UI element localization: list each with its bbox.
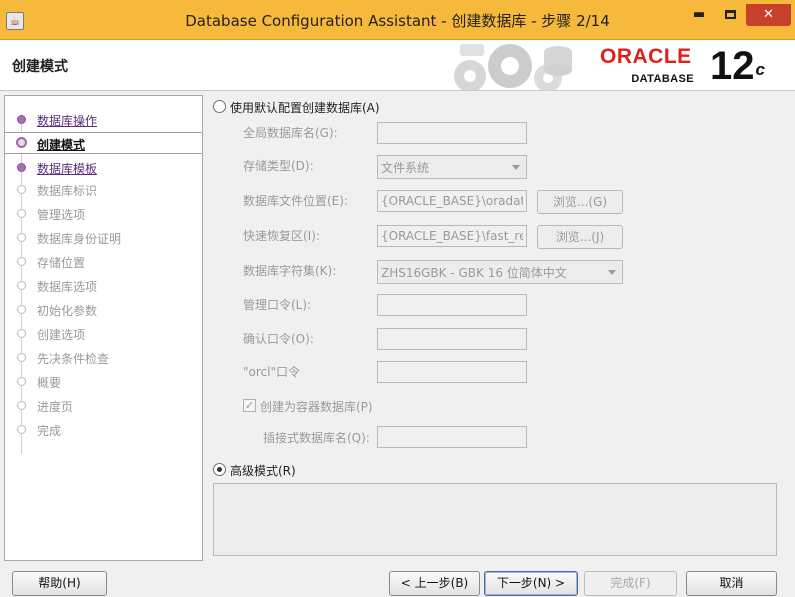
dropdown-arrow-icon xyxy=(608,270,616,275)
nav-item-db-options: 数据库选项 xyxy=(5,275,202,297)
title-bar[interactable]: ☕ Database Configuration Assistant - 创建数… xyxy=(0,0,795,40)
nav-item-storage-locations: 存储位置 xyxy=(5,251,202,273)
container-db-checkbox[interactable]: ✓ xyxy=(243,399,256,412)
step-pending-icon xyxy=(17,281,26,290)
maximize-button[interactable] xyxy=(716,4,744,26)
fast-recovery-input[interactable]: {ORACLE_BASE}\fast_recov xyxy=(377,225,527,247)
nav-item-creation-mode[interactable]: 创建模式 xyxy=(5,132,202,154)
default-config-radio[interactable] xyxy=(213,100,226,113)
help-button[interactable]: 帮助(H) xyxy=(12,571,107,596)
orcl-password-input[interactable] xyxy=(377,361,527,383)
finish-button[interactable]: 完成(F) xyxy=(584,571,677,596)
fast-recovery-label: 快速恢复区(I): xyxy=(243,229,320,243)
global-db-name-label: 全局数据库名(G): xyxy=(243,126,338,140)
step-done-icon xyxy=(17,163,26,172)
step-pending-icon xyxy=(17,185,26,194)
gears-decoration-icon xyxy=(454,44,572,91)
nav-item-label: 完成 xyxy=(37,424,62,438)
default-config-label[interactable]: 使用默认配置创建数据库(A) xyxy=(230,99,380,116)
maximize-icon xyxy=(724,10,736,19)
nav-item-label: 数据库身份证明 xyxy=(37,232,122,246)
step-pending-icon xyxy=(17,425,26,434)
nav-item-label: 数据库选项 xyxy=(37,280,98,294)
browse-fast-recovery-button[interactable]: 浏览...(J) xyxy=(537,225,623,249)
oracle-database-label: DATABASE xyxy=(631,73,694,85)
nav-item-db-template[interactable]: 数据库模板 xyxy=(5,157,202,179)
close-button[interactable]: ✕ xyxy=(746,4,791,26)
step-pending-icon xyxy=(17,233,26,242)
container-db-label[interactable]: 创建为容器数据库(P) xyxy=(260,398,373,415)
page-title: 创建模式 xyxy=(12,59,68,75)
confirm-password-input[interactable] xyxy=(377,328,527,350)
nav-item-label: 初始化参数 xyxy=(37,304,98,318)
admin-password-input[interactable] xyxy=(377,294,527,316)
advanced-mode-label[interactable]: 高级模式(R) xyxy=(230,462,296,479)
nav-item-creation-options: 创建选项 xyxy=(5,323,202,345)
storage-type-select[interactable]: 文件系统 xyxy=(377,155,527,179)
step-navigation: 数据库操作 创建模式 数据库模板 数据库标识 管理选项 数据库身份证明 存储位置… xyxy=(4,95,203,561)
pluggable-db-name-label: 插接式数据库名(Q): xyxy=(263,431,370,445)
storage-type-label: 存储类型(D): xyxy=(243,159,314,173)
dropdown-arrow-icon xyxy=(512,165,520,170)
nav-item-prereq-checks: 先决条件检查 xyxy=(5,347,202,369)
nav-item-label: 创建模式 xyxy=(37,138,86,152)
browse-db-location-button[interactable]: 浏览...(G) xyxy=(537,190,623,214)
step-pending-icon xyxy=(17,401,26,410)
nav-item-summary: 概要 xyxy=(5,371,202,393)
step-pending-icon xyxy=(17,305,26,314)
nav-item-init-parameters: 初始化参数 xyxy=(5,299,202,321)
version-suffix: c xyxy=(755,60,765,79)
step-pending-icon xyxy=(17,353,26,362)
version-badge: 12c xyxy=(710,43,765,89)
charset-select[interactable]: ZHS16GBK - GBK 16 位简体中文 xyxy=(377,260,623,284)
nav-item-label: 先决条件检查 xyxy=(37,352,110,366)
nav-item-label: 创建选项 xyxy=(37,328,86,342)
step-pending-icon xyxy=(17,257,26,266)
nav-item-label: 存储位置 xyxy=(37,256,86,270)
oracle-wordmark: ORACLE xyxy=(600,45,692,68)
next-button[interactable]: 下一步(N) > xyxy=(484,571,578,596)
global-db-name-input[interactable] xyxy=(377,122,527,144)
db-file-location-label: 数据库文件位置(E): xyxy=(243,194,348,208)
oracle-logo: ORACLE DATABASE xyxy=(600,45,704,86)
orcl-password-label: "orcl"口令 xyxy=(243,365,300,379)
nav-item-db-credentials: 数据库身份证明 xyxy=(5,227,202,249)
cancel-button[interactable]: 取消 xyxy=(686,571,777,596)
nav-item-label: 数据库模板 xyxy=(37,162,98,176)
nav-item-finish: 完成 xyxy=(5,419,202,441)
nav-item-label: 管理选项 xyxy=(37,208,86,222)
nav-item-label: 数据库标识 xyxy=(37,184,98,198)
step-pending-icon xyxy=(17,377,26,386)
confirm-password-label: 确认口令(O): xyxy=(243,332,314,346)
step-done-icon xyxy=(17,115,26,124)
charset-label: 数据库字符集(K): xyxy=(243,264,337,278)
minimize-button[interactable]: ▬ xyxy=(684,4,714,26)
main-panel: 使用默认配置创建数据库(A) 全局数据库名(G): 存储类型(D): 文件系统 … xyxy=(207,95,795,561)
nav-item-db-identification: 数据库标识 xyxy=(5,179,202,201)
step-pending-icon xyxy=(17,329,26,338)
advanced-mode-description-box xyxy=(213,483,777,556)
window-title: Database Configuration Assistant - 创建数据库… xyxy=(185,12,610,30)
header-banner: 创建模式 ORACLE DATABASE 12c xyxy=(0,40,795,91)
nav-item-label: 概要 xyxy=(37,376,62,390)
step-current-icon xyxy=(16,137,27,148)
back-button[interactable]: < 上一步(B) xyxy=(389,571,480,596)
version-number: 12 xyxy=(710,44,755,88)
nav-item-progress: 进度页 xyxy=(5,395,202,417)
step-pending-icon xyxy=(17,209,26,218)
nav-item-management-options: 管理选项 xyxy=(5,203,202,225)
nav-item-label: 进度页 xyxy=(37,400,74,414)
nav-item-db-operation[interactable]: 数据库操作 xyxy=(5,109,202,131)
pluggable-db-name-input[interactable] xyxy=(377,426,527,448)
db-file-location-input[interactable]: {ORACLE_BASE}\oradata xyxy=(377,190,527,212)
admin-password-label: 管理口令(L): xyxy=(243,298,312,312)
nav-item-label: 数据库操作 xyxy=(37,114,98,128)
advanced-mode-radio[interactable] xyxy=(213,463,226,476)
